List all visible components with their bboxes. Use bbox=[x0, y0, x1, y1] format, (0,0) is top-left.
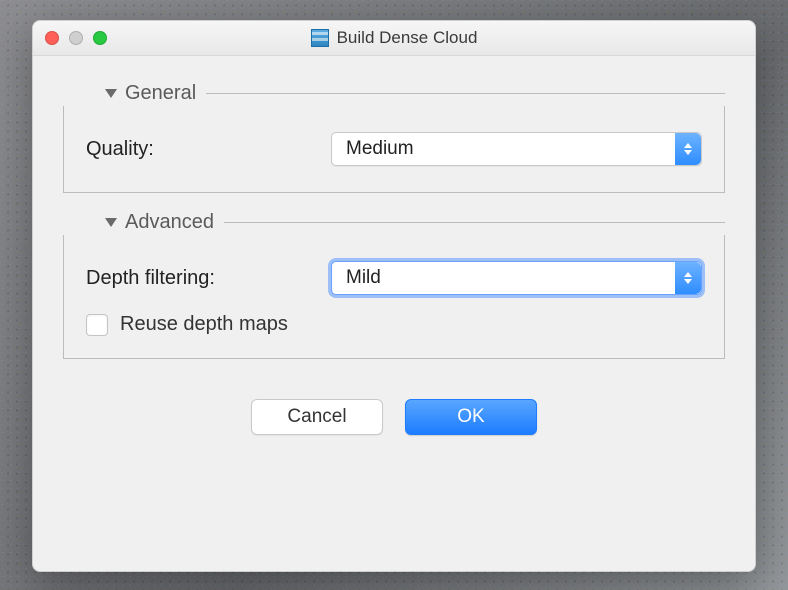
title-wrap: Build Dense Cloud bbox=[311, 28, 478, 48]
minimize-icon bbox=[69, 31, 83, 45]
build-dense-cloud-dialog: Build Dense Cloud General Quality: Mediu… bbox=[32, 20, 756, 572]
quality-select[interactable]: Medium bbox=[331, 132, 702, 166]
section-title-advanced: Advanced bbox=[125, 211, 214, 234]
dropdown-stepper-icon bbox=[675, 262, 701, 294]
depth-filtering-select[interactable]: Mild bbox=[331, 261, 702, 295]
depth-filtering-value: Mild bbox=[346, 267, 381, 289]
section-box-advanced: Depth filtering: Mild Reuse depth maps bbox=[63, 235, 725, 359]
app-icon bbox=[311, 29, 329, 47]
titlebar: Build Dense Cloud bbox=[33, 21, 755, 56]
cancel-button-label: Cancel bbox=[287, 406, 346, 428]
depth-filtering-label: Depth filtering: bbox=[86, 267, 331, 290]
divider bbox=[224, 222, 725, 223]
section-header-advanced[interactable]: Advanced bbox=[105, 211, 725, 234]
section-advanced: Advanced Depth filtering: Mild Reuse dep… bbox=[63, 211, 725, 359]
window-controls bbox=[45, 31, 107, 45]
depth-filtering-row: Depth filtering: Mild bbox=[86, 261, 702, 295]
button-bar: Cancel OK bbox=[63, 399, 725, 435]
section-header-general[interactable]: General bbox=[105, 82, 725, 105]
window-title: Build Dense Cloud bbox=[337, 28, 478, 48]
ok-button-label: OK bbox=[457, 406, 484, 428]
close-icon[interactable] bbox=[45, 31, 59, 45]
dialog-body: General Quality: Medium Adv bbox=[33, 56, 755, 571]
section-general: General Quality: Medium bbox=[63, 82, 725, 193]
maximize-icon[interactable] bbox=[93, 31, 107, 45]
ok-button[interactable]: OK bbox=[405, 399, 537, 435]
chevron-down-icon bbox=[105, 218, 117, 227]
reuse-depth-maps-row: Reuse depth maps bbox=[86, 313, 702, 336]
section-title-general: General bbox=[125, 82, 196, 105]
quality-row: Quality: Medium bbox=[86, 132, 702, 166]
cancel-button[interactable]: Cancel bbox=[251, 399, 383, 435]
reuse-depth-maps-checkbox[interactable] bbox=[86, 314, 108, 336]
chevron-down-icon bbox=[105, 89, 117, 98]
quality-value: Medium bbox=[346, 138, 414, 160]
divider bbox=[206, 93, 725, 94]
section-box-general: Quality: Medium bbox=[63, 106, 725, 193]
quality-label: Quality: bbox=[86, 138, 331, 161]
dropdown-stepper-icon bbox=[675, 133, 701, 165]
reuse-depth-maps-label: Reuse depth maps bbox=[120, 313, 288, 336]
